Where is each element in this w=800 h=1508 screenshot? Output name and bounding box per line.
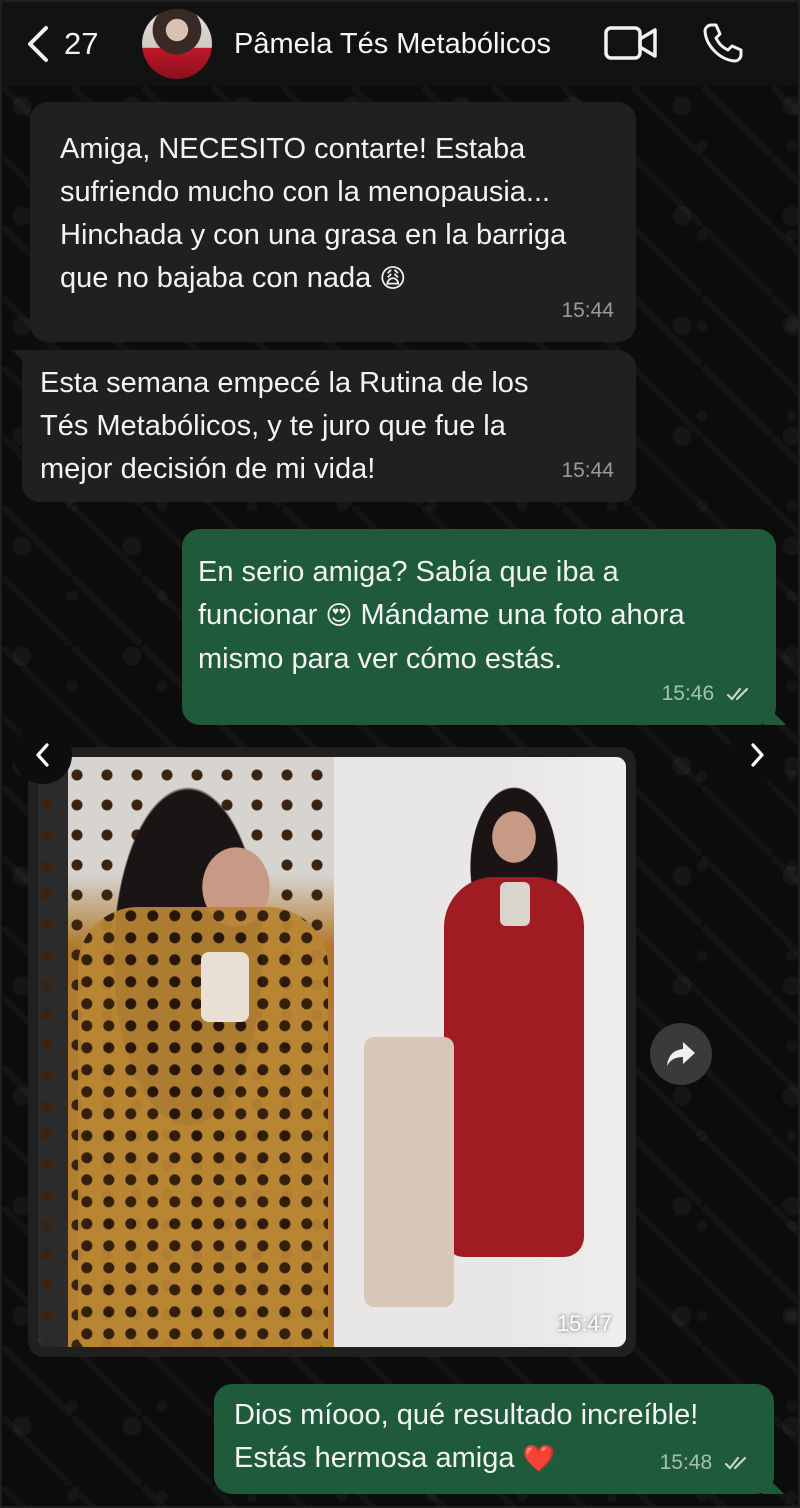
message-time: 15:44 bbox=[561, 459, 614, 482]
message-text-line: Dios míooo, qué resultado increíble! bbox=[234, 1399, 699, 1431]
message-time: 15:48 bbox=[659, 1451, 713, 1474]
message-text-line: que no bajaba con nada 😩 bbox=[60, 262, 407, 294]
outgoing-message[interactable]: Dios míooo, qué resultado increíble! Est… bbox=[214, 1384, 774, 1494]
message-time: 15:47 bbox=[556, 1311, 612, 1336]
previous-button[interactable] bbox=[14, 726, 72, 784]
chevron-left-icon bbox=[36, 743, 49, 767]
photo-chair-shape bbox=[364, 1037, 454, 1307]
photo-phone-shape bbox=[500, 882, 530, 926]
outgoing-message[interactable]: En serio amiga? Sabía que iba a funciona… bbox=[182, 529, 776, 725]
message-meta: 15:48 bbox=[660, 1441, 752, 1484]
video-camera-icon[interactable] bbox=[604, 24, 658, 62]
incoming-message[interactable]: Amiga, NECESITO contarte! Estaba sufrien… bbox=[30, 102, 636, 342]
message-text-line: sufriendo mucho con la menopausia... bbox=[60, 176, 551, 208]
message-text-line: En serio amiga? Sabía que iba a bbox=[198, 556, 619, 588]
incoming-message[interactable]: Esta semana empecé la Rutina de los Tés … bbox=[22, 350, 636, 502]
message-text-line: Tés Metabólicos, y te juro que fue la bbox=[40, 410, 506, 442]
forward-button[interactable] bbox=[650, 1023, 712, 1085]
message-time: 15:44 bbox=[561, 299, 614, 322]
before-after-photo[interactable]: 15:47 bbox=[38, 757, 626, 1347]
message-text-line: mejor decisión de mi vida! bbox=[40, 453, 376, 485]
message-text-line: Esta semana empecé la Rutina de los bbox=[40, 367, 529, 399]
contact-name[interactable]: Pâmela Tés Metabólicos bbox=[234, 28, 551, 61]
double-check-icon bbox=[726, 688, 749, 702]
chat-screen: 27 Pâmela Tés Metabólicos Amiga, NECESIT… bbox=[0, 0, 800, 1508]
message-meta: 15:46 bbox=[662, 672, 754, 715]
forward-arrow-icon bbox=[667, 1042, 695, 1066]
message-text-line: Amiga, NECESITO contarte! Estaba bbox=[60, 133, 526, 165]
photo-phone-shape bbox=[201, 952, 249, 1022]
photo-message[interactable]: 15:47 bbox=[28, 747, 636, 1357]
photo-before-panel bbox=[38, 757, 334, 1347]
heart-eyes-emoji: 😍 bbox=[325, 601, 353, 631]
weary-face-emoji: 😩 bbox=[379, 264, 407, 294]
chevron-left-icon bbox=[28, 26, 48, 62]
avatar[interactable] bbox=[142, 9, 212, 79]
message-text-line: Hinchada y con una grasa en la barriga bbox=[60, 219, 567, 251]
double-check-icon bbox=[724, 1457, 747, 1471]
message-text-line: funcionar 😍 Mándame una foto ahora bbox=[198, 599, 685, 631]
red-heart-emoji: ❤️ bbox=[522, 1444, 555, 1474]
phone-icon[interactable] bbox=[702, 22, 744, 64]
unread-count: 27 bbox=[64, 26, 99, 61]
next-button[interactable] bbox=[728, 726, 786, 784]
message-time: 15:46 bbox=[661, 682, 715, 705]
chat-header: 27 Pâmela Tés Metabólicos bbox=[2, 2, 798, 86]
chevron-right-icon bbox=[751, 743, 764, 767]
back-button[interactable]: 27 bbox=[24, 24, 104, 64]
